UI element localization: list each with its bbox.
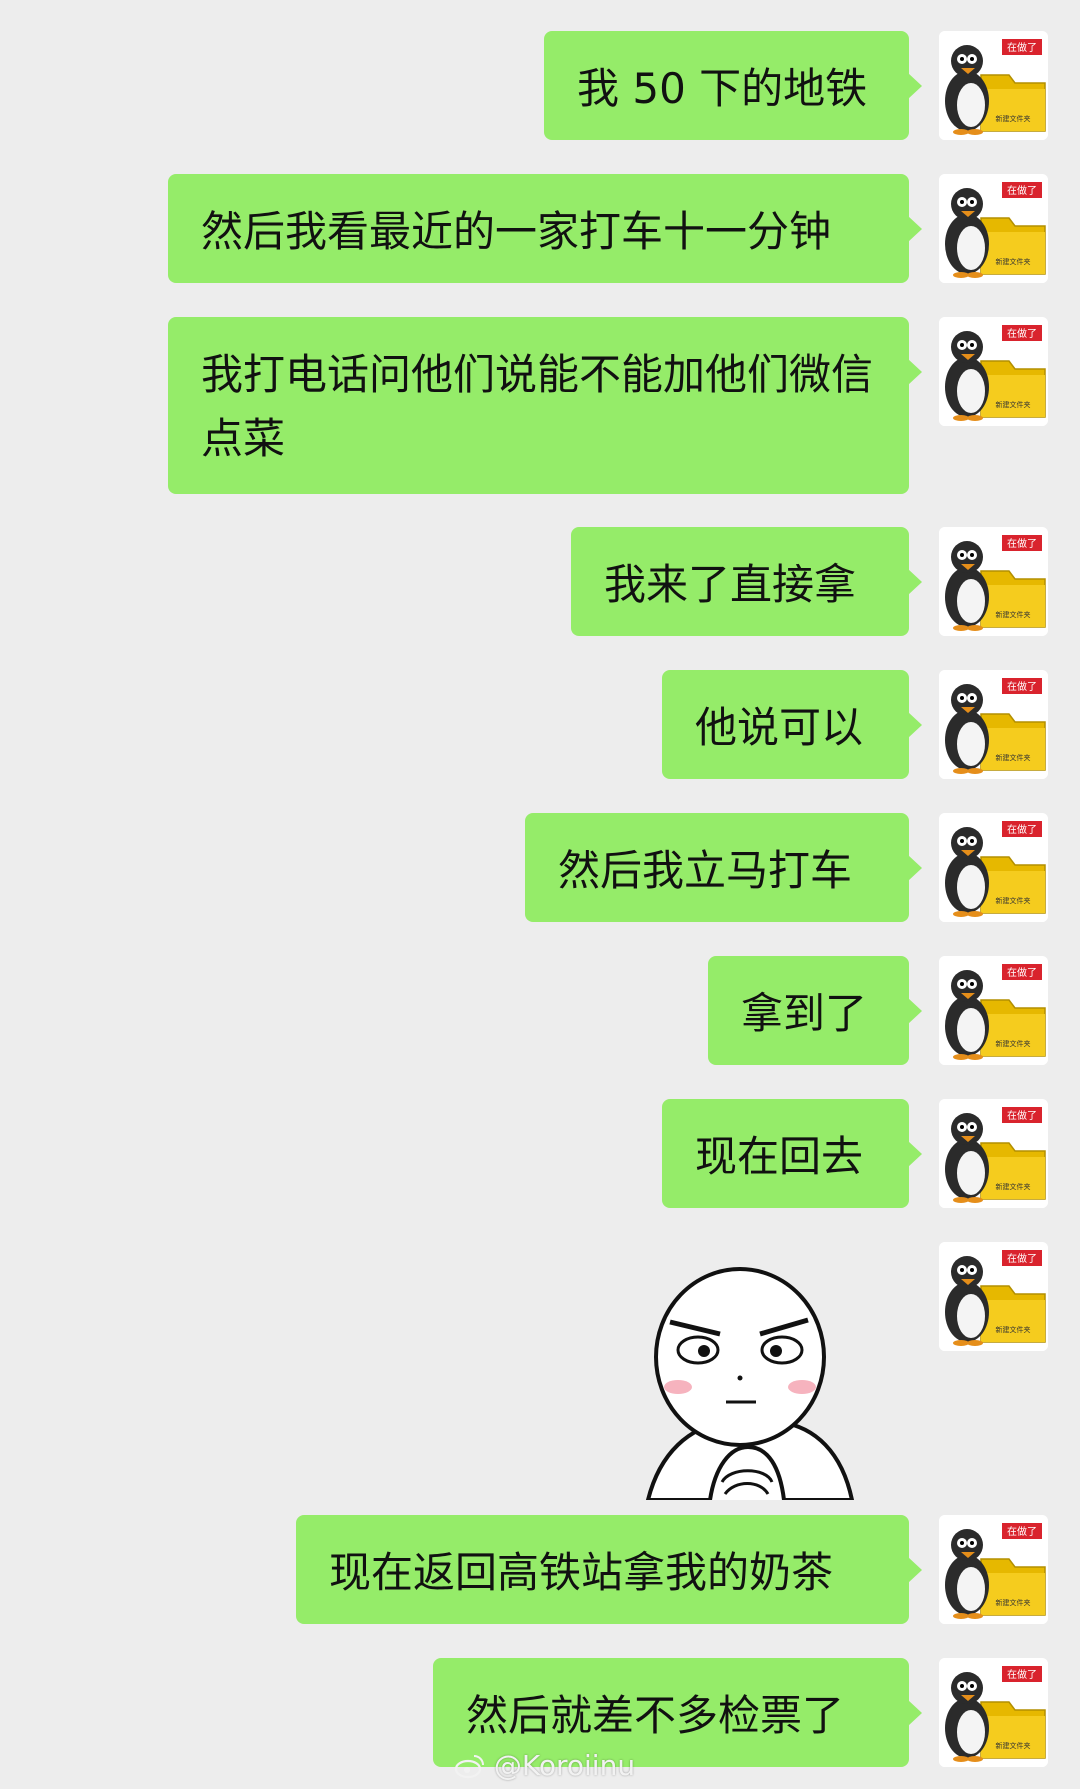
avatar[interactable]: 新建文件夹 在做了: [939, 1099, 1048, 1208]
svg-text:新建文件夹: 新建文件夹: [996, 257, 1031, 266]
avatar[interactable]: 新建文件夹 在做了: [939, 1242, 1048, 1351]
svg-text:在做了: 在做了: [1007, 41, 1037, 54]
svg-text:在做了: 在做了: [1007, 1109, 1037, 1122]
message-row: 现在返回高铁站拿我的奶茶 新建文件夹 在做了: [0, 1515, 1080, 1624]
message-row: 拿到了 新建文件夹 在做了: [0, 956, 1080, 1065]
penguin-folder-avatar-icon: 新建文件夹 在做了: [939, 317, 1048, 426]
avatar[interactable]: 新建文件夹 在做了: [939, 527, 1048, 636]
svg-text:在做了: 在做了: [1007, 1668, 1037, 1681]
message-row: 我 50 下的地铁 新建文件夹 在做了: [0, 31, 1080, 140]
penguin-folder-avatar-icon: 新建文件夹 在做了: [939, 956, 1048, 1065]
message-text: 我来了直接拿: [604, 560, 857, 609]
penguin-folder-avatar-icon: 新建文件夹 在做了: [939, 670, 1048, 779]
svg-text:在做了: 在做了: [1007, 327, 1037, 340]
avatar[interactable]: 新建文件夹 在做了: [939, 31, 1048, 140]
avatar[interactable]: 新建文件夹 在做了: [939, 670, 1048, 779]
message-row: 我打电话问他们说能不能加他们微信点菜 新建文件夹 在做了: [0, 317, 1080, 494]
svg-text:在做了: 在做了: [1007, 1252, 1037, 1265]
svg-text:新建文件夹: 新建文件夹: [996, 1182, 1031, 1191]
avatar[interactable]: 新建文件夹 在做了: [939, 956, 1048, 1065]
message-bubble[interactable]: 现在回去: [662, 1099, 922, 1208]
message-bubble[interactable]: 我打电话问他们说能不能加他们微信点菜: [168, 317, 922, 494]
svg-text:新建文件夹: 新建文件夹: [996, 896, 1031, 905]
penguin-folder-avatar-icon: 新建文件夹 在做了: [939, 31, 1048, 140]
message-bubble[interactable]: 他说可以: [662, 670, 922, 779]
avatar[interactable]: 新建文件夹 在做了: [939, 1515, 1048, 1624]
message-bubble[interactable]: 现在返回高铁站拿我的奶茶: [296, 1515, 922, 1624]
penguin-folder-avatar-icon: 新建文件夹 在做了: [939, 1515, 1048, 1624]
svg-text:在做了: 在做了: [1007, 537, 1037, 550]
message-row: 新建文件夹 在做了: [0, 1242, 1080, 1502]
message-text: 我打电话问他们说能不能加他们微信点菜: [201, 350, 874, 463]
svg-text:新建文件夹: 新建文件夹: [996, 1741, 1031, 1750]
avatar[interactable]: 新建文件夹 在做了: [939, 174, 1048, 283]
message-bubble[interactable]: 然后我看最近的一家打车十一分钟: [168, 174, 922, 283]
penguin-folder-avatar-icon: 新建文件夹 在做了: [939, 1099, 1048, 1208]
message-text: 现在回去: [695, 1132, 864, 1181]
message-text: 然后我立马打车: [558, 846, 853, 895]
avatar[interactable]: 新建文件夹 在做了: [939, 813, 1048, 922]
penguin-folder-avatar-icon: 新建文件夹 在做了: [939, 1658, 1048, 1767]
message-text: 然后我看最近的一家打车十一分钟: [201, 207, 832, 256]
svg-text:新建文件夹: 新建文件夹: [996, 753, 1031, 762]
message-text: 我 50 下的地铁: [577, 64, 868, 113]
chat-area[interactable]: 我 50 下的地铁 新建文件夹 在做了 然后我看最近的一家打车十一分钟 新建文件…: [0, 0, 1080, 1789]
svg-text:在做了: 在做了: [1007, 184, 1037, 197]
message-bubble[interactable]: 拿到了: [708, 956, 922, 1065]
message-bubble[interactable]: 我 50 下的地铁: [544, 31, 922, 140]
svg-text:在做了: 在做了: [1007, 966, 1037, 979]
message-text: 他说可以: [695, 703, 864, 752]
thinking-face-sticker[interactable]: [630, 1262, 870, 1502]
penguin-folder-avatar-icon: 新建文件夹 在做了: [939, 1242, 1048, 1351]
svg-text:新建文件夹: 新建文件夹: [996, 1598, 1031, 1607]
penguin-folder-avatar-icon: 新建文件夹 在做了: [939, 813, 1048, 922]
message-row: 他说可以 新建文件夹 在做了: [0, 670, 1080, 779]
message-row: 然后我立马打车 新建文件夹 在做了: [0, 813, 1080, 922]
svg-text:新建文件夹: 新建文件夹: [996, 1325, 1031, 1334]
svg-text:新建文件夹: 新建文件夹: [996, 114, 1031, 123]
message-text: 然后就差不多检票了: [466, 1691, 845, 1740]
message-bubble[interactable]: 然后我立马打车: [525, 813, 922, 922]
avatar[interactable]: 新建文件夹 在做了: [939, 1658, 1048, 1767]
penguin-folder-avatar-icon: 新建文件夹 在做了: [939, 174, 1048, 283]
message-row: 现在回去 新建文件夹 在做了: [0, 1099, 1080, 1208]
svg-text:在做了: 在做了: [1007, 680, 1037, 693]
svg-text:新建文件夹: 新建文件夹: [996, 400, 1031, 409]
avatar[interactable]: 新建文件夹 在做了: [939, 317, 1048, 426]
svg-text:在做了: 在做了: [1007, 1525, 1037, 1538]
message-text: 拿到了: [741, 989, 868, 1038]
message-bubble[interactable]: 我来了直接拿: [571, 527, 922, 636]
svg-text:新建文件夹: 新建文件夹: [996, 610, 1031, 619]
penguin-folder-avatar-icon: 新建文件夹 在做了: [939, 527, 1048, 636]
svg-text:在做了: 在做了: [1007, 823, 1037, 836]
svg-text:新建文件夹: 新建文件夹: [996, 1039, 1031, 1048]
watermark-text: @Koroiinu: [493, 1749, 636, 1782]
message-text: 现在返回高铁站拿我的奶茶: [329, 1548, 834, 1597]
message-row: 然后我看最近的一家打车十一分钟 新建文件夹 在做了: [0, 174, 1080, 283]
watermark: @Koroiinu: [454, 1745, 636, 1785]
weibo-icon: [454, 1755, 484, 1779]
message-row: 我来了直接拿 新建文件夹 在做了: [0, 527, 1080, 636]
